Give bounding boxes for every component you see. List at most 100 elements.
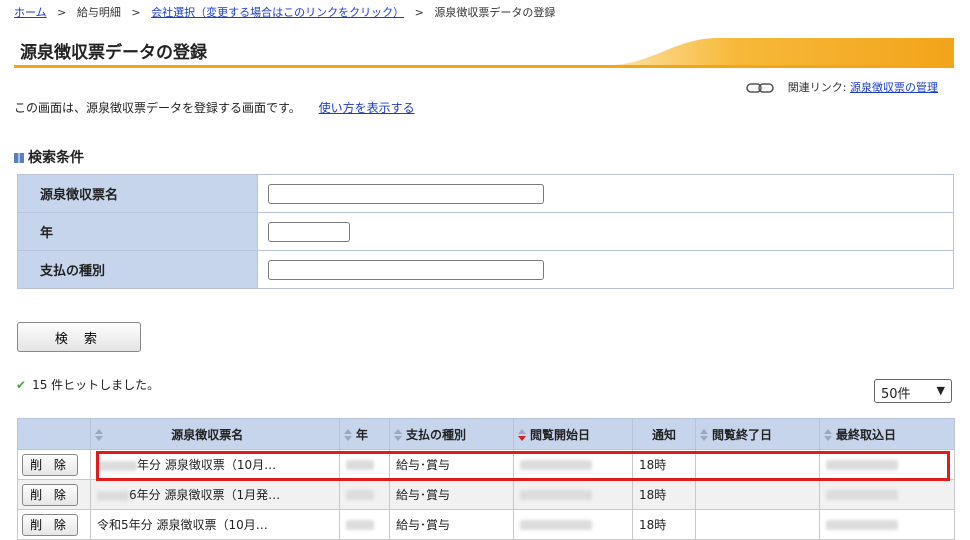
row-name-cell: 6年分 源泉徴収票（1月発… bbox=[90, 479, 340, 510]
search-cell-name bbox=[257, 174, 954, 213]
row-name-cell: 年分 源泉徴収票（10月… bbox=[90, 449, 340, 480]
sort-icon bbox=[394, 428, 402, 441]
page-size-value: 50件 bbox=[881, 387, 911, 402]
row-view-end-cell bbox=[695, 479, 820, 510]
column-header-view-start-label: 閲覧開始日 bbox=[530, 427, 591, 442]
table-row: 削 除 年分 源泉徴収票（10月… 給与･賞与 18時 bbox=[17, 449, 955, 480]
row-notice-cell: 18時 bbox=[632, 509, 696, 540]
breadcrumb-separator: > bbox=[131, 6, 141, 19]
row-name-link[interactable]: 6年分 源泉徴収票（1月発… bbox=[129, 488, 280, 502]
sort-icon bbox=[95, 428, 103, 441]
page-size-select[interactable]: 50件 ▼ bbox=[874, 379, 952, 403]
column-header-view-end-label: 閲覧終了日 bbox=[712, 427, 773, 442]
hit-count: ✔ 15 件ヒットしました。 bbox=[16, 376, 159, 393]
row-name-link[interactable]: 年分 源泉徴収票（10月… bbox=[137, 458, 276, 472]
hit-count-text: 15 件ヒットしました。 bbox=[32, 378, 160, 392]
column-header-payment-type[interactable]: 支払の種別 bbox=[389, 418, 514, 450]
breadcrumb: ホーム > 給与明細 > 会社選択（変更する場合はこのリンクをクリック） > 源… bbox=[14, 4, 555, 20]
row-view-start-cell bbox=[513, 509, 633, 540]
check-icon: ✔ bbox=[16, 378, 27, 392]
redacted-text bbox=[826, 490, 898, 500]
redacted-text bbox=[97, 460, 137, 471]
sort-desc-icon bbox=[518, 428, 526, 441]
row-notice-cell: 18時 bbox=[632, 479, 696, 510]
row-action-cell: 削 除 bbox=[17, 509, 91, 540]
table-row: 削 除 6年分 源泉徴収票（1月発… 給与･賞与 18時 bbox=[17, 479, 955, 510]
column-header-last-import-label: 最終取込日 bbox=[836, 427, 897, 442]
column-header-actions bbox=[17, 418, 91, 450]
row-view-start-cell bbox=[513, 479, 633, 510]
breadcrumb-company-select-link[interactable]: 会社選択（変更する場合はこのリンクをクリック） bbox=[151, 6, 404, 19]
sort-icon bbox=[824, 428, 832, 441]
column-header-notice: 通知 bbox=[632, 418, 696, 450]
row-type-cell: 給与･賞与 bbox=[389, 449, 514, 480]
redacted-text bbox=[346, 490, 374, 500]
redacted-text bbox=[97, 490, 129, 501]
search-label-name: 源泉徴収票名 bbox=[17, 174, 258, 213]
row-action-cell: 削 除 bbox=[17, 479, 91, 510]
sort-icon bbox=[700, 428, 708, 441]
delete-button[interactable]: 削 除 bbox=[22, 513, 78, 536]
redacted-text bbox=[346, 460, 374, 470]
redacted-text bbox=[826, 460, 898, 470]
delete-button[interactable]: 削 除 bbox=[22, 483, 78, 506]
row-year-cell bbox=[339, 449, 390, 480]
payment-type-input[interactable] bbox=[268, 259, 544, 280]
row-name-cell: 令和5年分 源泉徴収票（10月… bbox=[90, 509, 340, 540]
breadcrumb-separator: > bbox=[414, 6, 424, 19]
breadcrumb-payslip: 給与明細 bbox=[76, 6, 121, 19]
column-header-payment-type-label: 支払の種別 bbox=[406, 427, 467, 442]
redacted-text bbox=[520, 490, 592, 500]
column-header-year-label: 年 bbox=[356, 427, 369, 442]
redacted-text bbox=[520, 460, 592, 470]
page-title-bar: 源泉徴収票データの登録 bbox=[14, 34, 954, 68]
column-header-last-import[interactable]: 最終取込日 bbox=[819, 418, 955, 450]
search-row-payment-type: 支払の種別 bbox=[17, 250, 954, 289]
year-input[interactable] bbox=[268, 221, 350, 242]
intro-text: この画面は、源泉徴収票データを登録する画面です。 bbox=[14, 101, 301, 115]
row-last-import-cell bbox=[819, 449, 955, 480]
search-label-year: 年 bbox=[17, 212, 258, 251]
row-last-import-cell bbox=[819, 509, 955, 540]
breadcrumb-separator: > bbox=[57, 6, 67, 19]
row-last-import-cell bbox=[819, 479, 955, 510]
delete-button[interactable]: 削 除 bbox=[22, 453, 78, 476]
column-header-view-start[interactable]: 閲覧開始日 bbox=[513, 418, 633, 450]
row-view-start-cell bbox=[513, 449, 633, 480]
related-link-withholding-management[interactable]: 源泉徴収票の管理 bbox=[850, 81, 938, 94]
search-label-payment-type: 支払の種別 bbox=[17, 250, 258, 289]
search-button[interactable]: 検 索 bbox=[17, 322, 141, 352]
column-header-year[interactable]: 年 bbox=[339, 418, 390, 450]
row-type-cell: 給与･賞与 bbox=[389, 479, 514, 510]
search-section-heading: 検索条件 bbox=[14, 147, 84, 167]
results-table: 源泉徴収票名 年 支払の種別 閲覧開始日 通知 閲覧終了日 最終取込日 削 除 … bbox=[17, 418, 955, 540]
table-row: 削 除 令和5年分 源泉徴収票（10月… 給与･賞与 18時 bbox=[17, 509, 955, 540]
column-header-name[interactable]: 源泉徴収票名 bbox=[90, 418, 340, 450]
row-year-cell bbox=[339, 479, 390, 510]
row-name-link[interactable]: 令和5年分 源泉徴収票（10月… bbox=[97, 518, 268, 532]
row-view-end-cell bbox=[695, 449, 820, 480]
section-bullet-icon bbox=[14, 153, 24, 163]
breadcrumb-current: 源泉徴収票データの登録 bbox=[434, 6, 556, 19]
row-type-cell: 給与･賞与 bbox=[389, 509, 514, 540]
related-links-prefix: 関連リンク: bbox=[787, 81, 847, 94]
search-section-title: 検索条件 bbox=[28, 150, 84, 166]
chevron-down-icon: ▼ bbox=[936, 384, 945, 397]
sort-icon bbox=[344, 428, 352, 441]
withholding-name-input[interactable] bbox=[268, 183, 544, 204]
search-row-name: 源泉徴収票名 bbox=[17, 174, 954, 213]
column-header-view-end[interactable]: 閲覧終了日 bbox=[695, 418, 820, 450]
related-links: 関連リンク: 源泉徴収票の管理 bbox=[746, 79, 938, 95]
intro: この画面は、源泉徴収票データを登録する画面です。 使い方を表示する bbox=[14, 99, 415, 116]
breadcrumb-home-link[interactable]: ホーム bbox=[14, 6, 47, 19]
row-year-cell bbox=[339, 509, 390, 540]
search-row-year: 年 bbox=[17, 212, 954, 251]
row-view-end-cell bbox=[695, 509, 820, 540]
search-form: 源泉徴収票名 年 支払の種別 bbox=[17, 174, 954, 289]
chain-link-icon bbox=[746, 83, 775, 93]
howto-link[interactable]: 使い方を表示する bbox=[319, 101, 415, 115]
search-cell-year bbox=[257, 212, 954, 251]
row-action-cell: 削 除 bbox=[17, 449, 91, 480]
row-notice-cell: 18時 bbox=[632, 449, 696, 480]
redacted-text bbox=[520, 520, 592, 530]
